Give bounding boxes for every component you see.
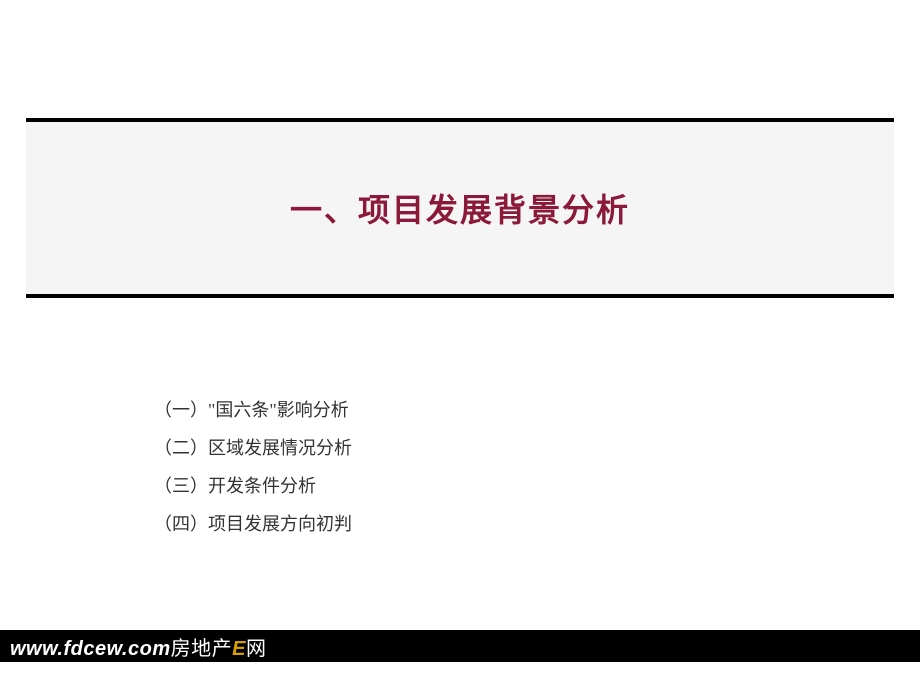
list-item: （三）开发条件分析 (154, 468, 352, 504)
list-item: （四）项目发展方向初判 (154, 506, 352, 542)
footer-text: www.fdcew.com房地产E网 (10, 632, 266, 661)
list-item: （二）区域发展情况分析 (154, 430, 352, 466)
list-item: （一）"国六条"影响分析 (154, 392, 352, 428)
footer-label-2: 网 (246, 638, 267, 660)
title-section: 一、项目发展背景分析 (26, 118, 894, 298)
footer-url: www.fdcew.com (10, 638, 171, 660)
footer-label-1: 房地产 (171, 638, 233, 660)
footer-highlight: E (232, 638, 246, 660)
page-title: 一、项目发展背景分析 (290, 185, 630, 231)
content-list: （一）"国六条"影响分析 （二）区域发展情况分析 （三）开发条件分析 （四）项目… (154, 392, 352, 544)
footer-bar: www.fdcew.com房地产E网 (0, 630, 920, 662)
